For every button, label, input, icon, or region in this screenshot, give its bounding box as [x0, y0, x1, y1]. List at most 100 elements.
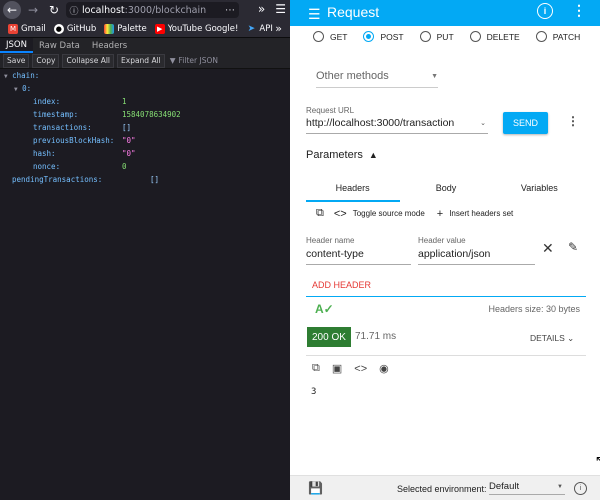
info-icon[interactable]: ⓘ: [66, 4, 82, 17]
send-button[interactable]: SEND: [503, 112, 548, 134]
tab-body[interactable]: Body: [399, 174, 492, 202]
header-value-input[interactable]: application/json: [418, 248, 535, 265]
tree-row[interactable]: previousBlockHash:: [33, 135, 114, 147]
expand-toggle-icon[interactable]: ▼: [4, 73, 8, 80]
filter-icon: ▼: [169, 56, 176, 65]
toggle-source-mode-button[interactable]: Toggle source mode: [353, 209, 425, 218]
more-vert-icon[interactable]: ⋮: [572, 2, 586, 19]
tree-row[interactable]: timestamp:: [33, 109, 78, 121]
preview-eye-icon[interactable]: ◉: [379, 362, 389, 375]
app-header: ☰ Request i ⋮: [290, 0, 600, 26]
json-value: []: [150, 175, 160, 184]
copy-icon[interactable]: ⧉: [316, 207, 324, 220]
json-value: []: [122, 123, 132, 132]
address-bar[interactable]: ⓘ localhost:3000/blockchain ⋯: [66, 2, 239, 18]
bookmarks-overflow-icon[interactable]: »: [275, 22, 282, 35]
request-app: ☰ Request i ⋮ GET POST PUT DELETE PATCH …: [290, 0, 600, 500]
tree-row-pending[interactable]: pendingTransactions:: [12, 174, 102, 186]
collapse-all-button[interactable]: Collapse All: [62, 53, 115, 68]
request-url-input[interactable]: http://localhost:3000/transaction ⌄: [306, 117, 488, 134]
method-patch[interactable]: PATCH: [535, 31, 580, 42]
json-value: 1584078634902: [122, 110, 181, 119]
response-time: 71.71 ms: [355, 331, 397, 342]
details-button[interactable]: DETAILS ⌄: [530, 333, 574, 344]
method-post[interactable]: POST: [363, 31, 404, 42]
forward-button[interactable]: →: [24, 1, 42, 19]
code-icon[interactable]: <>: [354, 363, 367, 375]
environment-label: Selected environment:: [397, 484, 487, 494]
divider: [306, 296, 586, 297]
back-button[interactable]: ←: [3, 1, 21, 19]
copy-button[interactable]: Copy: [32, 53, 60, 68]
add-icon[interactable]: +: [437, 208, 443, 220]
json-viewer-tabs: JSON Raw Data Headers: [0, 38, 290, 53]
copy-icon[interactable]: ⧉: [312, 362, 320, 375]
info-icon[interactable]: i: [574, 482, 587, 495]
add-header-button[interactable]: ADD HEADER: [312, 280, 371, 290]
filter-json-input[interactable]: ▼ Filter JSON: [170, 56, 218, 65]
tree-row[interactable]: transactions:: [33, 122, 92, 134]
method-delete[interactable]: DELETE: [469, 31, 520, 42]
json-key: chain:: [12, 71, 40, 80]
method-label: POST: [380, 31, 404, 42]
save-button[interactable]: Save: [3, 53, 30, 68]
save-to-file-icon[interactable]: ▣: [332, 362, 342, 375]
tree-row-index0[interactable]: ▼ 0:: [14, 83, 31, 95]
tab-raw-data[interactable]: Raw Data: [33, 38, 86, 53]
tab-headers[interactable]: Headers: [86, 38, 133, 53]
method-label: PUT: [436, 31, 454, 42]
bookmark-api[interactable]: ➤ API: [246, 23, 273, 34]
tree-row[interactable]: index:: [33, 96, 60, 108]
tree-row[interactable]: nonce:: [33, 161, 60, 173]
youtube-icon: ▶: [154, 23, 165, 34]
edit-icon[interactable]: ✎: [568, 240, 578, 254]
other-methods-dropdown[interactable]: Other methods ▼: [316, 70, 438, 88]
bookmark-github[interactable]: ● GitHub: [53, 23, 96, 34]
menu-icon[interactable]: ☰: [308, 6, 321, 23]
code-icon[interactable]: <>: [334, 208, 347, 220]
bookmark-palette[interactable]: Palette: [104, 23, 147, 34]
save-icon[interactable]: 💾: [308, 481, 323, 495]
tab-headers[interactable]: Headers: [306, 174, 399, 202]
radio-icon[interactable]: [535, 31, 547, 42]
radio-icon[interactable]: [419, 31, 431, 42]
page-actions-icon[interactable]: ⋯: [225, 5, 235, 16]
browser-pane: ← → ↻ ⓘ localhost:3000/blockchain ⋯ » ☰ …: [0, 0, 290, 500]
remove-header-icon[interactable]: ✕: [542, 240, 554, 257]
reload-button[interactable]: ↻: [45, 1, 63, 19]
method-get[interactable]: GET: [313, 31, 347, 42]
url-path: :3000/blockchain: [124, 4, 207, 16]
header-name-input[interactable]: content-type: [306, 248, 411, 265]
chevron-down-icon[interactable]: ⌄: [480, 119, 486, 127]
response-toolbar: ⧉ ▣ <> ◉: [312, 362, 389, 375]
expand-toggle-icon[interactable]: ▼: [14, 86, 18, 93]
environment-select[interactable]: Default ▼: [489, 481, 565, 495]
header-value-label: Header value: [418, 236, 466, 245]
dropdown-caret-icon: ▼: [557, 484, 563, 490]
expand-all-button[interactable]: Expand All: [117, 53, 165, 68]
tree-row[interactable]: hash:: [33, 148, 56, 160]
radio-icon[interactable]: [469, 31, 481, 42]
tab-json[interactable]: JSON: [0, 38, 33, 53]
parameters-toggle[interactable]: Parameters ▲: [306, 149, 378, 161]
radio-checked-icon[interactable]: [363, 31, 375, 42]
overflow-chevron-icon[interactable]: »: [258, 2, 265, 16]
headers-size: Headers size: 30 bytes: [488, 304, 580, 314]
tab-variables[interactable]: Variables: [493, 174, 586, 202]
radio-icon[interactable]: [313, 31, 324, 42]
method-put[interactable]: PUT: [419, 31, 454, 42]
browser-toolbar: ← → ↻ ⓘ localhost:3000/blockchain ⋯ » ☰: [0, 0, 290, 20]
bookmark-youtube[interactable]: ▶ YouTube Google!: [154, 23, 238, 34]
insert-headers-set-button[interactable]: Insert headers set: [449, 209, 513, 218]
tree-row-chain[interactable]: ▼ chain:: [4, 70, 39, 82]
info-icon[interactable]: i: [537, 3, 553, 19]
more-vert-icon[interactable]: ⋮: [567, 114, 579, 128]
environment-value: Default: [489, 481, 520, 492]
bookmark-label: API: [259, 23, 273, 34]
menu-icon[interactable]: ☰: [275, 2, 286, 16]
chevron-up-icon: ▲: [368, 150, 378, 160]
json-value: "0": [122, 149, 136, 158]
json-value: 0: [122, 162, 127, 171]
json-key: nonce:: [33, 162, 61, 171]
bookmark-gmail[interactable]: M Gmail: [8, 23, 46, 34]
